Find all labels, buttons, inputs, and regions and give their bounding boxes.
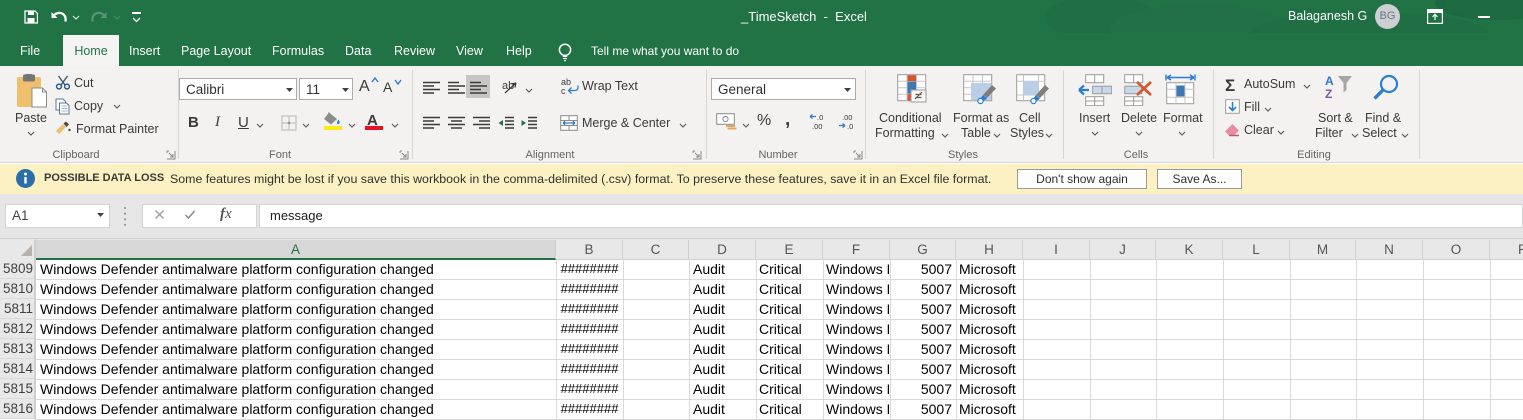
svg-text:c: c <box>561 86 566 95</box>
svg-text:.0: .0 <box>817 113 823 122</box>
svg-text:Z: Z <box>1325 87 1332 99</box>
svg-text:.0: .0 <box>847 122 853 130</box>
svg-text:A: A <box>1325 74 1334 88</box>
svg-text:.00: .00 <box>812 122 822 130</box>
svg-text:.00: .00 <box>842 113 852 122</box>
